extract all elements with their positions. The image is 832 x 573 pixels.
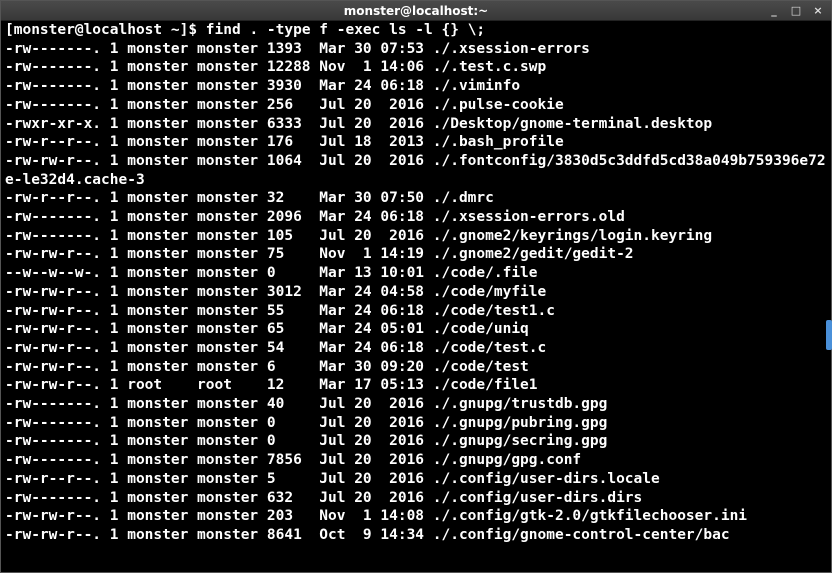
- listing-line: -rw-------. 1 monster monster 40 Jul 20 …: [5, 395, 831, 414]
- listing-line: -rw-------. 1 monster monster 105 Jul 20…: [5, 227, 831, 246]
- listing-line: -rw-r--r--. 1 monster monster 176 Jul 18…: [5, 133, 831, 152]
- listing-line: -rw-rw-r--. 1 monster monster 1064 Jul 2…: [5, 152, 831, 189]
- terminal-window: monster@localhost:~ _ □ × [monster@local…: [0, 0, 832, 573]
- listing-line: -rw-------. 1 monster monster 7856 Jul 2…: [5, 451, 831, 470]
- listing-line: -rw-rw-r--. 1 monster monster 3012 Mar 2…: [5, 283, 831, 302]
- terminal-body[interactable]: [monster@localhost ~]$ find . -type f -e…: [1, 21, 831, 572]
- listing-line: -rw-rw-r--. 1 monster monster 8641 Oct 9…: [5, 526, 831, 545]
- listing-line: -rw-r--r--. 1 monster monster 32 Mar 30 …: [5, 189, 831, 208]
- listing-line: -rw-------. 1 monster monster 632 Jul 20…: [5, 489, 831, 508]
- listing-line: -rw-rw-r--. 1 monster monster 65 Mar 24 …: [5, 320, 831, 339]
- window-title: monster@localhost:~: [344, 4, 488, 18]
- minimize-icon: _: [771, 4, 777, 17]
- minimize-button[interactable]: _: [763, 3, 785, 19]
- listing-line: -rw-rw-r--. 1 monster monster 54 Mar 24 …: [5, 339, 831, 358]
- listing-line: -rw-------. 1 monster monster 3930 Mar 2…: [5, 77, 831, 96]
- listing-line: -rw-rw-r--. 1 monster monster 6 Mar 30 0…: [5, 358, 831, 377]
- listing-line: -rw-rw-r--. 1 root root 12 Mar 17 05:13 …: [5, 376, 831, 395]
- close-button[interactable]: ×: [807, 3, 829, 19]
- listing-line: -rwxr-xr-x. 1 monster monster 6333 Jul 2…: [5, 115, 831, 134]
- listing-line: -rw-------. 1 monster monster 1393 Mar 3…: [5, 40, 831, 59]
- listing-line: -rw-------. 1 monster monster 256 Jul 20…: [5, 96, 831, 115]
- close-icon: ×: [813, 4, 822, 17]
- command-text: find . -type f -exec ls -l {} \;: [206, 22, 485, 38]
- maximize-icon: □: [791, 4, 801, 17]
- listing-line: -rw-rw-r--. 1 monster monster 55 Mar 24 …: [5, 302, 831, 321]
- listing-line: -rw-rw-r--. 1 monster monster 75 Nov 1 1…: [5, 245, 831, 264]
- listing-line: -rw-r--r--. 1 monster monster 5 Jul 20 2…: [5, 470, 831, 489]
- prompt-line: [monster@localhost ~]$ find . -type f -e…: [5, 21, 831, 40]
- prompt: [monster@localhost ~]$: [5, 22, 206, 38]
- listing-line: --w--w--w-. 1 monster monster 0 Mar 13 1…: [5, 264, 831, 283]
- titlebar[interactable]: monster@localhost:~ _ □ ×: [1, 1, 831, 21]
- window-controls: _ □ ×: [763, 1, 829, 20]
- listing-line: -rw-------. 1 monster monster 2096 Mar 2…: [5, 208, 831, 227]
- listing-line: -rw-------. 1 monster monster 0 Jul 20 2…: [5, 432, 831, 451]
- listing-line: -rw-------. 1 monster monster 12288 Nov …: [5, 58, 831, 77]
- listing-line: -rw-------. 1 monster monster 0 Jul 20 2…: [5, 414, 831, 433]
- scrollbar-thumb[interactable]: [826, 320, 832, 350]
- listing-line: -rw-rw-r--. 1 monster monster 203 Nov 1 …: [5, 507, 831, 526]
- maximize-button[interactable]: □: [785, 3, 807, 19]
